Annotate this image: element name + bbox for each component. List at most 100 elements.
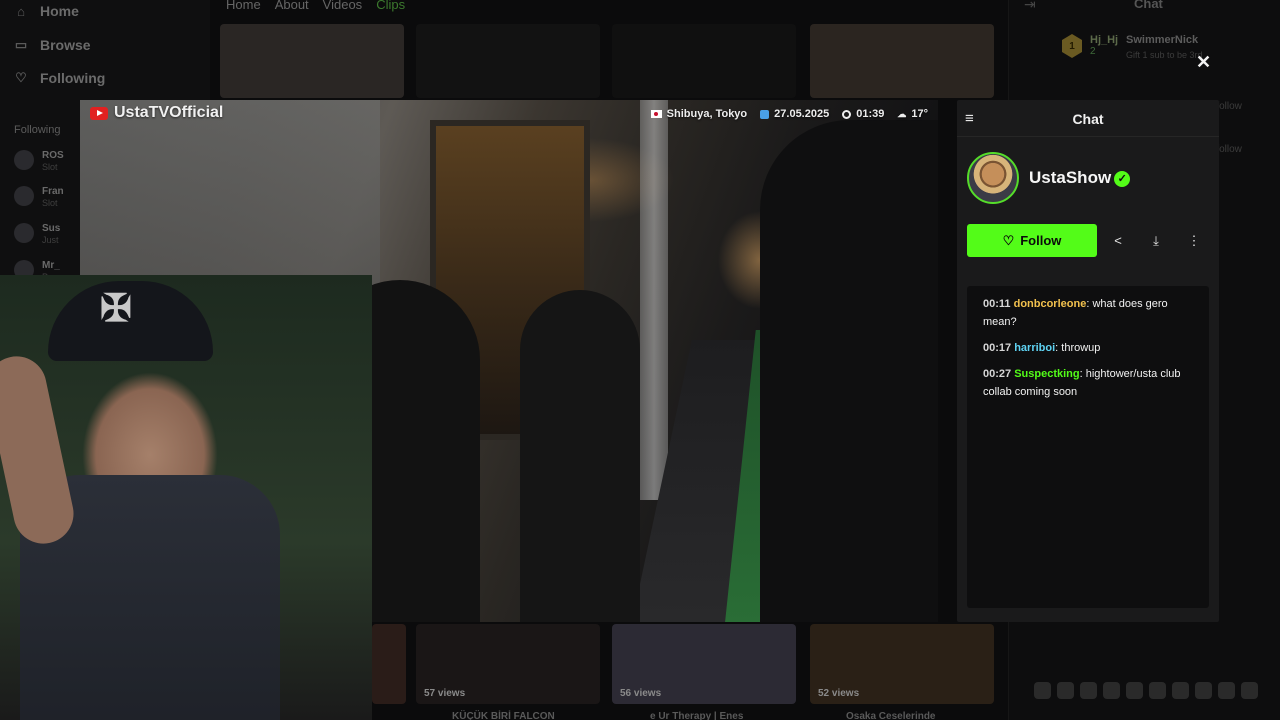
channel-watermark: UstaTVOfficial (90, 104, 223, 122)
webcam-overlay: ✠ (0, 275, 372, 720)
clip-thumbnail[interactable] (810, 24, 994, 98)
calendar-icon (760, 109, 770, 119)
emote-icon[interactable] (1172, 682, 1189, 699)
verified-icon: ✓ (1114, 170, 1131, 187)
message-text: hightower/usta club collab coming soon (983, 368, 1181, 398)
rank-badge: 1 (1062, 34, 1082, 58)
clip-thumbnail[interactable] (612, 24, 796, 98)
heart-icon: ♡ (1002, 232, 1015, 248)
share-icon[interactable]: < (1101, 224, 1135, 257)
chat-messages: 00:11 donbcorleone: what does gero mean?… (967, 286, 1209, 608)
action-row: ♡ Follow < ⤓ ⋮ (967, 224, 1211, 257)
clip-views: 56 views (620, 688, 662, 699)
following-sub: Slot (42, 198, 58, 208)
following-name: Sus (42, 223, 61, 234)
message-user[interactable]: harriboi (1014, 342, 1055, 354)
video-scene (760, 120, 938, 622)
emote-icon[interactable] (1218, 682, 1235, 699)
avatar (14, 150, 34, 170)
avatar[interactable] (967, 152, 1019, 204)
avatar (14, 186, 34, 206)
chat-header: ≡ Chat (957, 100, 1219, 137)
chat-title: Chat (1072, 111, 1104, 127)
message-user[interactable]: Suspectking (1014, 368, 1079, 380)
location-text: Shibuya, Tokyo (666, 108, 748, 120)
nav-browse[interactable]: ▭ Browse (14, 37, 91, 53)
home-icon: ⌂ (17, 3, 25, 19)
following-item[interactable]: Sus Just (14, 223, 60, 245)
message-time: 00:17 (983, 342, 1012, 354)
emote-icon[interactable] (1126, 682, 1143, 699)
japan-flag-icon (650, 110, 662, 118)
tab-clips[interactable]: Clips (376, 0, 405, 12)
clip-title[interactable]: KÜÇÜK BİRİ FALCON (452, 711, 555, 720)
following-sub: Slot (42, 162, 58, 172)
streamer-name[interactable]: UstaShow (1029, 168, 1111, 187)
gifter-count: 2 (1090, 46, 1096, 57)
gifter-name: Hj_Hj (1090, 34, 1119, 46)
clip-thumbnail[interactable] (372, 624, 406, 704)
video-scene (640, 100, 668, 500)
following-name: Mr_ (42, 260, 60, 271)
close-icon[interactable]: ✕ (1196, 53, 1211, 71)
clip-thumbnail[interactable]: 56 views (612, 624, 796, 704)
message-text: throwup (1061, 342, 1101, 354)
following-sub: Just (42, 235, 59, 245)
clip-title[interactable]: Osaka Ceselerinde (846, 711, 936, 720)
date-text: 27.05.2025 (774, 108, 830, 120)
stream-info-bar: Shibuya, Tokyo 27.05.2025 01:39 ☁ 17° (650, 108, 928, 120)
follow-button[interactable]: ♡ Follow (967, 224, 1097, 257)
streamer-info: UstaShow ✓ (967, 152, 1131, 204)
clip-thumbnail[interactable]: 52 views (810, 624, 994, 704)
more-options-icon[interactable]: ⋮ (1177, 224, 1211, 257)
gifter-name: SwimmerNick (1126, 34, 1199, 46)
heart-icon: ♡ (15, 70, 27, 85)
nav-home-label: Home (40, 3, 79, 19)
emote-icon[interactable] (1195, 682, 1212, 699)
following-name: Fran (42, 186, 64, 197)
download-icon[interactable]: ⤓ (1139, 224, 1173, 257)
emote-icon[interactable] (1103, 682, 1120, 699)
cap-logo: ✠ (100, 285, 132, 330)
clip-thumbnail[interactable] (416, 24, 600, 98)
emote-icon[interactable] (1034, 682, 1051, 699)
avatar (14, 223, 34, 243)
clock-icon (842, 109, 852, 119)
clip-views: 57 views (424, 688, 466, 699)
tab-videos[interactable]: Videos (323, 0, 363, 12)
chat-panel: ≡ Chat UstaShow ✓ ♡ Follow < ⤓ ⋮ 00:11 do… (957, 100, 1219, 622)
clip-views: 52 views (818, 688, 860, 699)
youtube-icon (90, 106, 108, 120)
nav-browse-label: Browse (40, 37, 91, 53)
emote-bar (1034, 682, 1258, 699)
clip-thumbnail[interactable] (220, 24, 404, 98)
video-scene (520, 290, 640, 622)
channel-name: UstaTVOfficial (114, 104, 224, 121)
collapse-chat-icon[interactable]: ⇥ (1024, 0, 1036, 13)
emote-icon[interactable] (1057, 682, 1074, 699)
tab-about[interactable]: About (275, 0, 309, 12)
following-item[interactable]: ROS Slot (14, 150, 64, 172)
message-user[interactable]: donbcorleone (1014, 298, 1087, 310)
message-time: 00:27 (983, 368, 1012, 380)
nav-home[interactable]: ⌂ Home (14, 3, 79, 19)
emote-icon[interactable] (1149, 682, 1166, 699)
cloud-icon: ☁ (897, 108, 907, 119)
following-item[interactable]: Fran Slot (14, 186, 64, 208)
background-chat-title: Chat (1134, 0, 1163, 11)
app-root: ⌂ Home ▭ Browse ♡ Following Following ROS Sl… (0, 0, 1280, 720)
emote-icon[interactable] (1080, 682, 1097, 699)
gifter-note: Gift 1 sub to be 3rd (1126, 50, 1203, 60)
clip-thumbnail[interactable]: 57 views (416, 624, 600, 704)
tab-home[interactable]: Home (226, 0, 261, 12)
temperature-text: 17° (911, 108, 928, 120)
message-time: 00:11 (983, 298, 1011, 310)
time-text: 01:39 (856, 108, 885, 120)
webcam-scene (0, 350, 80, 550)
following-section-label: Following (14, 124, 61, 136)
clip-title[interactable]: e Ur Therapy | Enes (650, 711, 743, 720)
nav-following[interactable]: ♡ Following (14, 70, 105, 86)
chat-message: 00:17 harriboi: throwup (983, 342, 1101, 354)
follow-label: Follow (1020, 233, 1062, 248)
emote-icon[interactable] (1241, 682, 1258, 699)
